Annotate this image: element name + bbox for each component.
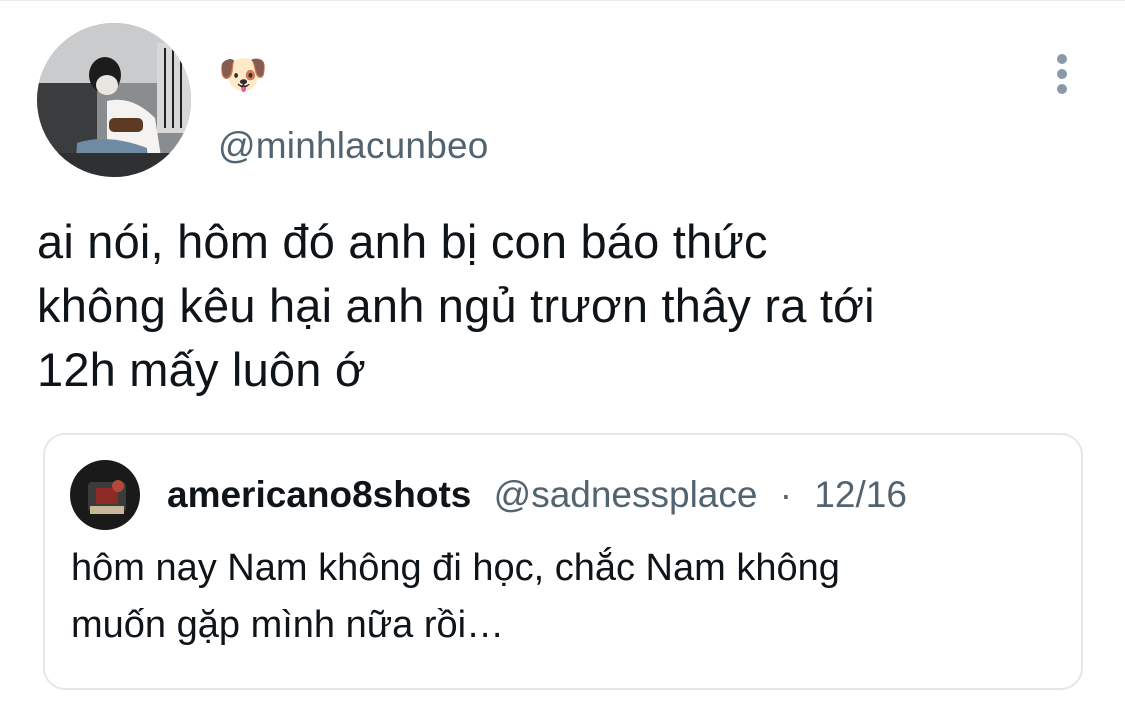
tweet-text: ai nói, hôm đó anh bị con báo thức không…: [37, 210, 1077, 402]
tweet: 🐶 @minhlacunbeo ai nói, hôm đó anh bị co…: [0, 0, 1125, 703]
quoted-tweet-header: americano8shots @sadnessplace · 12/16: [167, 471, 907, 519]
quoted-text-line: muốn gặp mình nữa rồi…: [71, 604, 505, 646]
more-vertical-icon-dot-3: [1057, 84, 1067, 94]
quoted-tweet-date[interactable]: 12/16: [814, 474, 907, 515]
quoted-tweet-card[interactable]: americano8shots @sadnessplace · 12/16 hô…: [43, 433, 1083, 690]
tweet-text-line: ai nói, hôm đó anh bị con báo thức: [37, 215, 768, 268]
quoted-author-name[interactable]: americano8shots: [167, 474, 471, 515]
meta-separator: ·: [779, 474, 793, 515]
more-vertical-icon: [1057, 54, 1067, 64]
author-avatar[interactable]: [37, 23, 191, 177]
more-vertical-icon-dot-2: [1057, 69, 1067, 79]
quoted-text-line: hôm nay Nam không đi học, chắc Nam không: [71, 547, 840, 589]
quoted-author-avatar[interactable]: [70, 460, 140, 530]
tweet-text-line: không kêu hại anh ngủ trươn thây ra tới: [37, 279, 875, 332]
quoted-author-handle[interactable]: @sadnessplace: [494, 474, 758, 515]
author-display-name[interactable]: 🐶: [218, 55, 268, 95]
author-handle[interactable]: @minhlacunbeo: [218, 126, 489, 166]
quoted-tweet-text: hôm nay Nam không đi học, chắc Nam không…: [71, 540, 1061, 654]
more-options-button[interactable]: [1040, 50, 1084, 98]
tweet-text-line: 12h mấy luôn ớ: [37, 343, 366, 396]
